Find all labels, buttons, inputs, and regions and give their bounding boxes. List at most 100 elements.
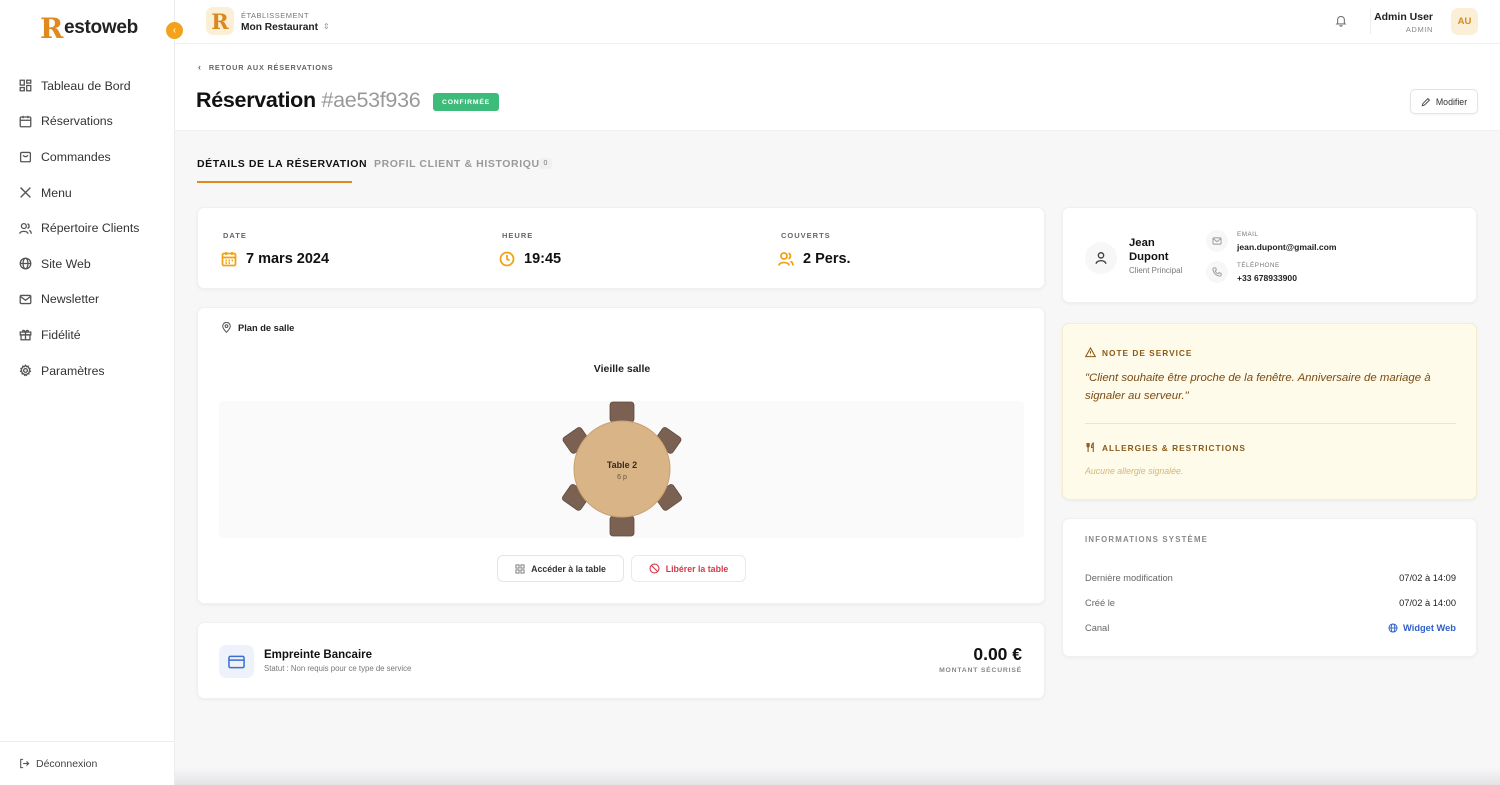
sidebar-item-label: Site Web (41, 256, 91, 271)
bank-status: Statut : Non requis pour ce type de serv… (264, 664, 412, 673)
credit-card-icon-wrap (219, 645, 254, 678)
chevron-updown-icon[interactable]: ⇕ (323, 22, 330, 31)
credit-card-icon (228, 655, 245, 668)
logo-text: estoweb (63, 17, 138, 38)
users-icon (778, 252, 794, 266)
ban-icon (649, 563, 660, 574)
free-table-button[interactable]: Libérer la table (631, 555, 746, 582)
system-info-card: INFORMATIONS SYSTÈME Dernière modificati… (1062, 518, 1477, 657)
client-phone[interactable]: +33 678933900 (1237, 273, 1297, 283)
users-icon (19, 222, 32, 234)
sidebar-item-label: Newsletter (41, 292, 100, 307)
modify-label: Modifier (1435, 96, 1468, 107)
establishment-logo: R (206, 7, 234, 35)
sidebar-item-website[interactable]: Site Web (0, 246, 175, 282)
allergies-title-text: ALLERGIES & RESTRICTIONS (1102, 442, 1246, 453)
calendar-icon (221, 252, 237, 267)
logout-icon (20, 758, 30, 769)
logout-button[interactable]: Déconnexion (0, 741, 175, 785)
modify-button[interactable]: Modifier (1410, 89, 1478, 114)
email-label: EMAIL (1237, 231, 1259, 238)
sidebar-item-label: Fidélité (41, 327, 81, 342)
floor-plan-title-text: Plan de salle (238, 322, 295, 333)
date-text: 7 mars 2024 (246, 251, 330, 267)
access-table-label: Accéder à la table (531, 563, 606, 574)
sidebar-item-label: Réservations (41, 114, 113, 129)
service-note-card: NOTE DE SERVICE "Client souhaite être pr… (1062, 323, 1477, 500)
bell-icon[interactable] (1335, 14, 1347, 27)
bank-imprint-card: Empreinte Bancaire Statut : Non requis p… (197, 622, 1045, 699)
system-row-last-modified: Dernière modification 07/02 à 14:09 (1085, 573, 1456, 583)
access-table-button[interactable]: Accéder à la table (497, 555, 624, 582)
sidebar-item-label: Menu (41, 185, 72, 200)
channel-link[interactable]: Widget Web (1388, 623, 1456, 633)
row-value: 07/02 à 14:09 (1399, 573, 1456, 583)
sidebar-item-label: Paramètres (41, 363, 105, 378)
active-tab-indicator (197, 181, 352, 183)
user-role: ADMIN (1405, 25, 1433, 34)
establishment-label: ÉTABLISSEMENT (241, 11, 310, 20)
tab-count-badge: 0 (539, 158, 552, 169)
client-avatar (1085, 242, 1117, 274)
establishment-selector[interactable]: Mon Restaurant (241, 22, 318, 33)
mail-icon-wrap (1206, 230, 1228, 252)
sidebar-item-orders[interactable]: Commandes (0, 139, 175, 175)
avatar[interactable]: AU (1451, 8, 1478, 35)
date-label: DATE (223, 231, 247, 240)
client-card: Jean Dupont Client Principal EMAIL jean.… (1062, 207, 1477, 303)
user-name: Admin User (1374, 11, 1433, 23)
tab-client-profile[interactable]: PROFIL CLIENT & HISTORIQUE (374, 158, 547, 170)
covers-text: 2 Pers. (803, 251, 851, 267)
free-table-label: Libérer la table (665, 563, 729, 574)
sidebar: Restoweb Tableau de Bord Réservations Co… (0, 0, 175, 785)
table-capacity: 6 p (617, 474, 627, 481)
floor-plan-title: Plan de salle (221, 322, 294, 333)
back-to-reservations-link[interactable]: ‹ RETOUR AUX RÉSERVATIONS (198, 62, 333, 72)
table-name: Table 2 (607, 460, 637, 470)
warning-icon (1085, 347, 1096, 358)
sidebar-collapse-button[interactable]: ‹ (166, 22, 183, 39)
client-email[interactable]: jean.dupont@gmail.com (1237, 242, 1337, 252)
phone-icon-wrap (1206, 261, 1228, 283)
system-row-channel: Canal Widget Web (1085, 623, 1456, 633)
app-logo[interactable]: Restoweb (40, 11, 138, 45)
user-icon (1095, 252, 1107, 264)
time-label: HEURE (502, 231, 534, 240)
sidebar-item-menu[interactable]: Menu (0, 175, 175, 211)
system-row-created: Créé le 07/02 à 14:00 (1085, 598, 1456, 608)
allergies-text: Aucune allergie signalée. (1085, 466, 1184, 476)
room-name: Vieille salle (593, 363, 651, 375)
sidebar-nav: Tableau de Bord Réservations Commandes M… (0, 68, 175, 388)
sidebar-item-settings[interactable]: Paramètres (0, 353, 175, 389)
clock-icon (499, 251, 515, 267)
sidebar-item-clients[interactable]: Répertoire Clients (0, 210, 175, 246)
logo-letter: R (40, 11, 63, 45)
globe-icon (19, 257, 32, 270)
sidebar-item-label: Tableau de Bord (41, 78, 131, 93)
table-2[interactable]: Table 2 6 p (553, 399, 691, 539)
sidebar-item-reservations[interactable]: Réservations (0, 104, 175, 140)
sidebar-item-dashboard[interactable]: Tableau de Bord (0, 68, 175, 104)
sidebar-item-label: Commandes (41, 149, 111, 164)
row-label: Canal (1085, 623, 1110, 633)
secured-amount-label: MONTANT SÉCURISÉ (939, 667, 1022, 674)
dashboard-icon (19, 79, 32, 92)
row-label: Créé le (1085, 598, 1115, 608)
time-text: 19:45 (524, 251, 562, 267)
sidebar-item-loyalty[interactable]: Fidélité (0, 317, 175, 353)
grid-icon (515, 563, 525, 574)
row-label: Dernière modification (1085, 573, 1173, 583)
pencil-icon (1421, 97, 1430, 106)
divider (1085, 423, 1456, 424)
chair (609, 515, 635, 537)
service-note-text: "Client souhaite être proche de la fenêt… (1085, 372, 1431, 402)
mail-icon (19, 294, 32, 305)
sidebar-item-newsletter[interactable]: Newsletter (0, 282, 175, 318)
covers-value: 2 Pers. (778, 251, 851, 267)
client-name[interactable]: Jean Dupont (1129, 236, 1184, 264)
booking-info-card: DATE 7 mars 2024 HEURE 19:45 COUVERTS 2 … (197, 207, 1045, 289)
chevron-left-icon: ‹ (172, 25, 177, 36)
tab-reservation-details[interactable]: DÉTAILS DE LA RÉSERVATION (197, 158, 367, 170)
date-value: 7 mars 2024 (221, 251, 329, 267)
phone-label: TÉLÉPHONE (1237, 262, 1280, 269)
